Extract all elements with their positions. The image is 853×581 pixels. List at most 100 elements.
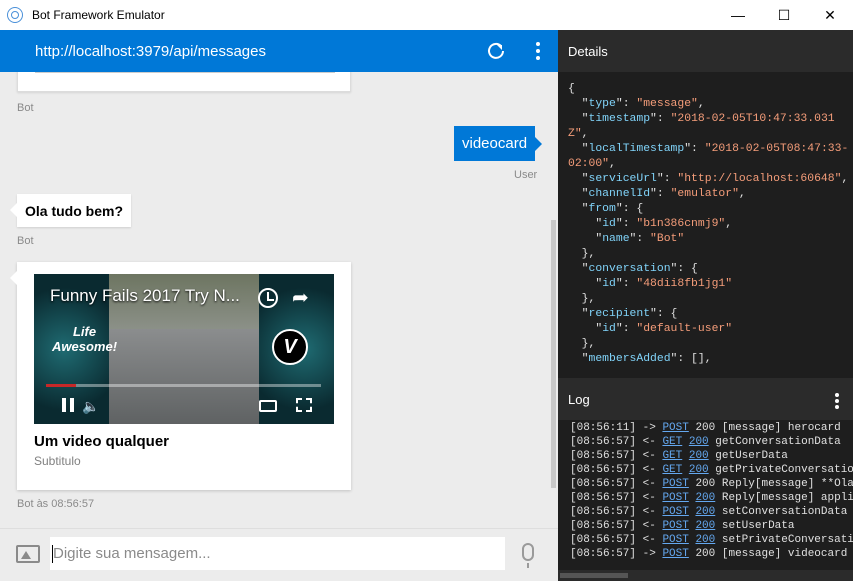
json-line: "from": { [568,202,850,217]
json-punctuation: { [568,83,575,95]
window-controls: — ☐ ✕ [715,0,853,30]
vine-logo-icon: V [272,329,308,365]
message-sender-label: Bot às 08:56:57 [17,498,95,510]
log-method-link[interactable]: POST [662,520,688,532]
user-message-bubble[interactable]: videocard [454,126,543,161]
json-line: "conversation": { [568,262,850,277]
log-method-link[interactable]: GET [662,450,682,462]
log-list[interactable]: [08:56:11] -> POST 200 [message] herocar… [558,420,853,570]
log-method-link[interactable]: POST [662,492,688,504]
endpoint-url[interactable]: http://localhost:3979/api/messages [35,43,266,60]
json-punctuation: ": [615,323,637,335]
json-line: "id": "b1n386cnmj9", [568,217,850,232]
json-punctuation: ": [615,278,637,290]
close-button[interactable]: ✕ [807,0,853,30]
log-text: setUserData [721,520,795,532]
details-json[interactable]: { "type": "message", "timestamp": "2018-… [568,82,850,376]
log-status[interactable]: 200 [695,492,715,504]
video-player[interactable]: Funny Fails 2017 Try N... ➦ Life Awesome… [34,274,334,424]
json-key: timestamp [588,113,651,125]
log-time: [08:56:57] [570,478,637,490]
log-method-link[interactable]: POST [662,422,688,434]
json-punctuation: , [609,158,616,170]
log-entry: [08:56:57] <- POST 200 setUserData [570,519,853,533]
log-time: [08:56:57] [570,450,637,462]
log-method-link[interactable]: GET [662,464,682,476]
json-punctuation: ": { [650,308,678,320]
log-time: [08:56:57] [570,534,637,546]
json-punctuation: " [568,113,589,125]
window-titlebar: Bot Framework Emulator — ☐ ✕ [0,0,853,30]
log-status[interactable]: 200 [689,464,709,476]
video-card[interactable]: Funny Fails 2017 Try N... ➦ Life Awesome… [10,262,351,490]
json-punctuation: " [568,353,589,365]
bot-message-bubble[interactable]: Ola tudo bem? [10,194,131,227]
json-punctuation: ": [650,113,671,125]
minimize-button[interactable]: — [715,0,761,30]
message-input-bar [0,528,558,581]
json-line: "serviceUrl": "http://localhost:60648", [568,172,850,187]
log-text: Reply[message] applic [721,492,853,504]
log-horizontal-scrollbar[interactable] [558,570,853,581]
log-status: 200 [695,478,716,490]
log-more-options-icon[interactable] [835,393,839,409]
json-punctuation: " [568,188,589,200]
json-punctuation: " [568,173,589,185]
log-status: 200 [695,548,716,560]
json-punctuation: , [841,173,849,185]
fullscreen-icon[interactable] [296,398,312,412]
json-value: "48dii8fb1jg1" [636,278,733,290]
json-line: "recipient": { [568,307,850,322]
chat-scrollbar[interactable] [551,220,556,488]
message-input[interactable] [50,537,505,570]
log-method-link[interactable]: GET [662,436,682,448]
video-progress-bar[interactable] [46,384,321,387]
log-status[interactable]: 200 [695,506,715,518]
log-direction: <- [642,478,656,490]
message-sender-label: Bot [17,102,34,114]
log-status[interactable]: 200 [695,534,715,546]
json-value: "default-user" [636,323,733,335]
json-line: "name": "Bot" [568,232,850,247]
video-title[interactable]: Funny Fails 2017 Try N... [50,286,240,306]
json-line: }, [568,247,850,262]
share-icon[interactable]: ➦ [292,288,309,308]
captions-icon[interactable] [259,400,277,412]
pause-icon[interactable] [62,398,74,412]
log-method-link[interactable]: POST [662,478,688,490]
json-punctuation: ": [650,188,671,200]
more-options-icon[interactable] [530,41,546,61]
log-entry: [08:56:57] <- POST 200 setConversationDa… [570,505,853,519]
json-punctuation: " [568,143,589,155]
json-line: "membersAdded": [], [568,352,850,367]
volume-icon[interactable]: 🔈 [82,398,99,415]
json-punctuation: " [568,308,589,320]
log-status[interactable]: 200 [695,520,715,532]
json-punctuation: , [725,218,733,230]
json-line: "id": "default-user" [568,322,850,337]
log-time: [08:56:57] [570,548,637,560]
json-punctuation: " [568,98,589,110]
refresh-icon[interactable] [486,41,506,61]
log-method-link[interactable]: POST [662,534,688,546]
image-upload-icon[interactable] [16,545,40,563]
json-line: }, [568,292,850,307]
log-status[interactable]: 200 [689,436,709,448]
microphone-icon[interactable] [522,543,534,568]
text-caret [52,545,53,563]
watch-later-icon[interactable] [258,288,278,308]
json-punctuation: " [568,203,589,215]
log-method-link[interactable]: POST [662,506,688,518]
details-header: Details [558,30,853,72]
maximize-button[interactable]: ☐ [761,0,807,30]
message-list[interactable]: Bot videocard User Ola tudo bem? Bot Fun… [0,72,558,528]
json-punctuation: ": [615,218,637,230]
log-status[interactable]: 200 [689,450,709,462]
json-line: "timestamp": "2018-02-05T10:47:33.031Z", [568,112,850,142]
json-key: id [602,278,616,290]
log-entry: [08:56:57] <- POST 200 Reply[message] ap… [570,491,853,505]
log-direction: <- [642,520,656,532]
log-method-link[interactable]: POST [662,548,688,560]
log-direction: <- [642,450,656,462]
message-sender-label: User [514,169,538,181]
